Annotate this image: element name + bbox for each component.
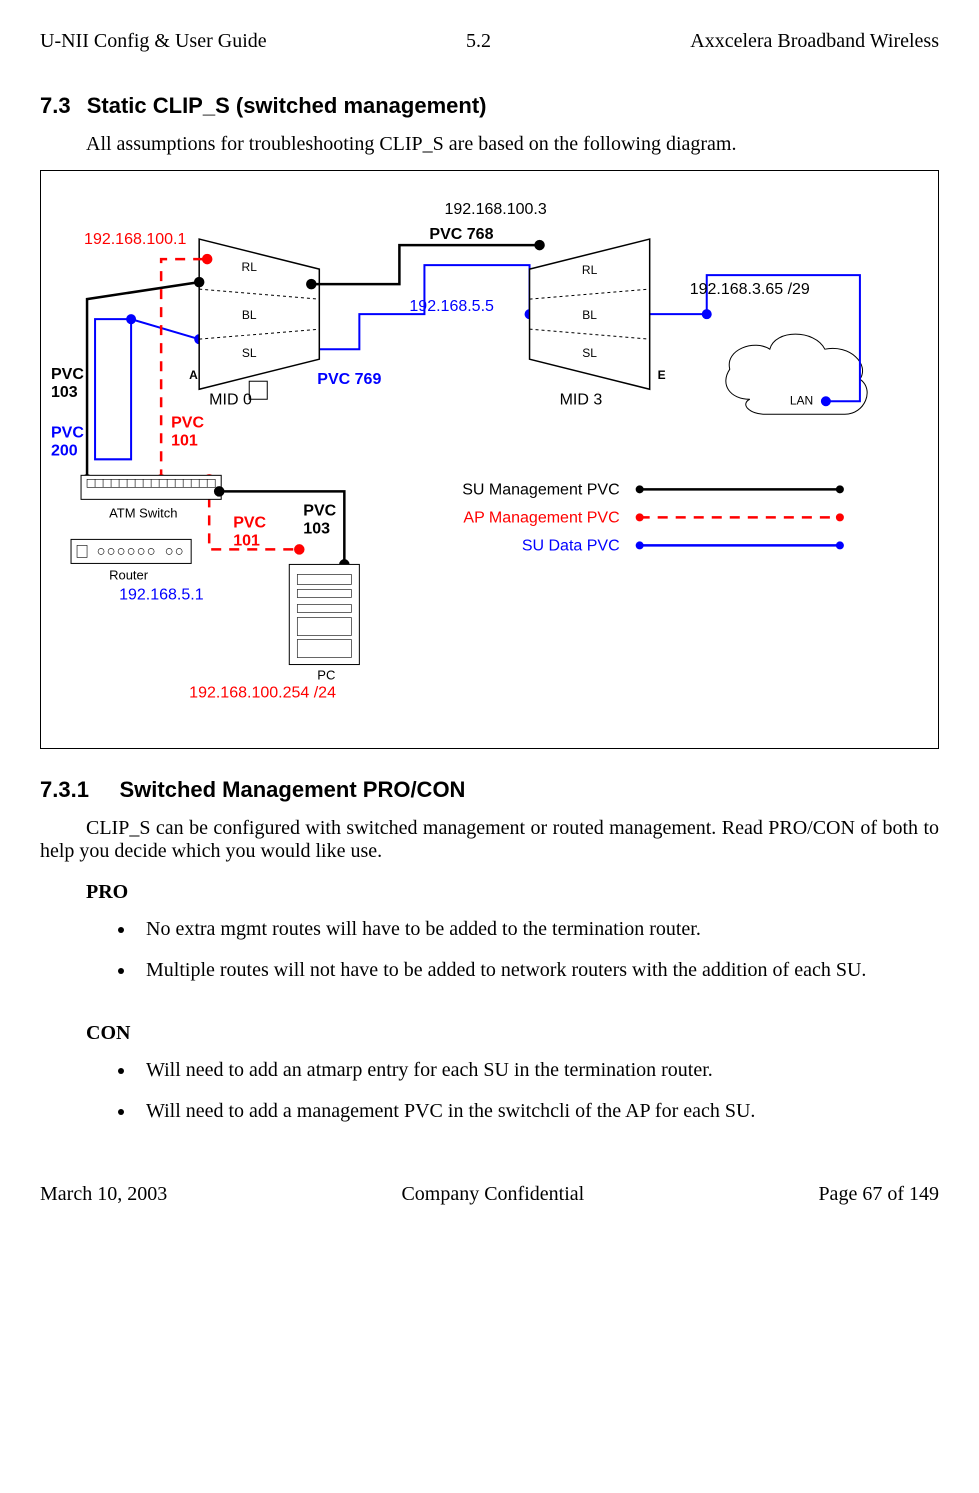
su-trapezoid: RL BL SL E MID 3 xyxy=(530,239,666,408)
diagram-svg: LAN RL BL SL A MID 0 RL BL SL E MID 3 xyxy=(49,179,930,740)
section-heading: 7.3 Static CLIP_S (switched management) xyxy=(40,93,939,119)
legend: SU Management PVC AP Management PVC SU D… xyxy=(462,481,844,554)
con-item: Will need to add a management PVC in the… xyxy=(136,1100,939,1123)
header-right: Axxcelera Broadband Wireless xyxy=(690,30,939,53)
ip-3-65-label: 192.168.3.65 /29 xyxy=(690,281,810,298)
su-sl-label: SL xyxy=(582,346,597,360)
header-center: 5.2 xyxy=(466,30,491,53)
subsection-heading: 7.3.1 Switched Management PRO/CON xyxy=(40,777,939,803)
header-left: U-NII Config & User Guide xyxy=(40,30,267,53)
pro-label: PRO xyxy=(86,881,939,904)
ap-sl-label: SL xyxy=(242,346,257,360)
ap-rl-label: RL xyxy=(242,260,258,274)
atm-switch: ATM Switch xyxy=(81,475,221,520)
footer-right: Page 67 of 149 xyxy=(818,1183,939,1206)
pro-list: No extra mgmt routes will have to be add… xyxy=(136,918,939,982)
pro-item: No extra mgmt routes will have to be add… xyxy=(136,918,939,941)
ap-trapezoid: RL BL SL A MID 0 xyxy=(189,239,319,408)
pvc101-2-label: PVC101 xyxy=(233,514,266,549)
con-item: Will need to add an atmarp entry for eac… xyxy=(136,1059,939,1082)
section-title: Static CLIP_S (switched management) xyxy=(87,93,487,118)
con-label: CON xyxy=(86,1022,939,1045)
su-rl-label: RL xyxy=(582,263,598,277)
su-mid-label: MID 3 xyxy=(560,391,603,408)
con-list: Will need to add an atmarp entry for eac… xyxy=(136,1059,939,1123)
su-bl-label: BL xyxy=(582,308,597,322)
page-footer: March 10, 2003 Company Confidential Page… xyxy=(40,1183,939,1206)
pc: PC xyxy=(289,564,359,682)
atm-switch-label: ATM Switch xyxy=(109,505,177,520)
pvc768-label: PVC 768 xyxy=(429,226,493,243)
pvc769-label: PVC 769 xyxy=(317,371,381,388)
pvc103-2-label: PVC103 xyxy=(303,502,336,537)
page-header: U-NII Config & User Guide 5.2 Axxcelera … xyxy=(40,30,939,53)
legend-ap-mgmt: AP Management PVC xyxy=(463,509,619,526)
footer-left: March 10, 2003 xyxy=(40,1183,167,1206)
subsection-intro: CLIP_S can be configured with switched m… xyxy=(40,817,939,863)
ap-mid-label: MID 0 xyxy=(209,391,252,408)
ip-5-1-label: 192.168.5.1 xyxy=(119,586,204,603)
ap-a-label: A xyxy=(189,368,198,382)
ip-100-1-label: 192.168.100.1 xyxy=(84,231,186,248)
pvc103-label: PVC103 xyxy=(51,366,84,401)
intro-text: All assumptions for troubleshooting CLIP… xyxy=(86,133,939,156)
pvc200-label: PVC200 xyxy=(51,424,84,459)
router-label: Router xyxy=(109,567,149,582)
footer-center: Company Confidential xyxy=(401,1183,584,1206)
legend-su-data: SU Data PVC xyxy=(522,537,620,554)
subsection-title: Switched Management PRO/CON xyxy=(120,777,466,802)
pro-item: Multiple routes will not have to be adde… xyxy=(136,959,939,982)
router: Router xyxy=(71,539,191,582)
network-diagram: LAN RL BL SL A MID 0 RL BL SL E MID 3 xyxy=(40,170,939,749)
pc-label: PC xyxy=(317,668,335,683)
pvc101-label: PVC101 xyxy=(171,414,204,449)
legend-su-mgmt: SU Management PVC xyxy=(462,481,619,498)
section-number: 7.3 xyxy=(40,93,71,118)
ip-100-254-label: 192.168.100.254 /24 xyxy=(189,685,336,702)
lan-label: LAN xyxy=(790,393,813,407)
ip-5-5-label: 192.168.5.5 xyxy=(409,298,494,315)
ip-100-3-label: 192.168.100.3 xyxy=(444,201,546,218)
ap-bl-label: BL xyxy=(242,308,257,322)
su-e-label: E xyxy=(658,368,666,382)
subsection-number: 7.3.1 xyxy=(40,777,89,802)
